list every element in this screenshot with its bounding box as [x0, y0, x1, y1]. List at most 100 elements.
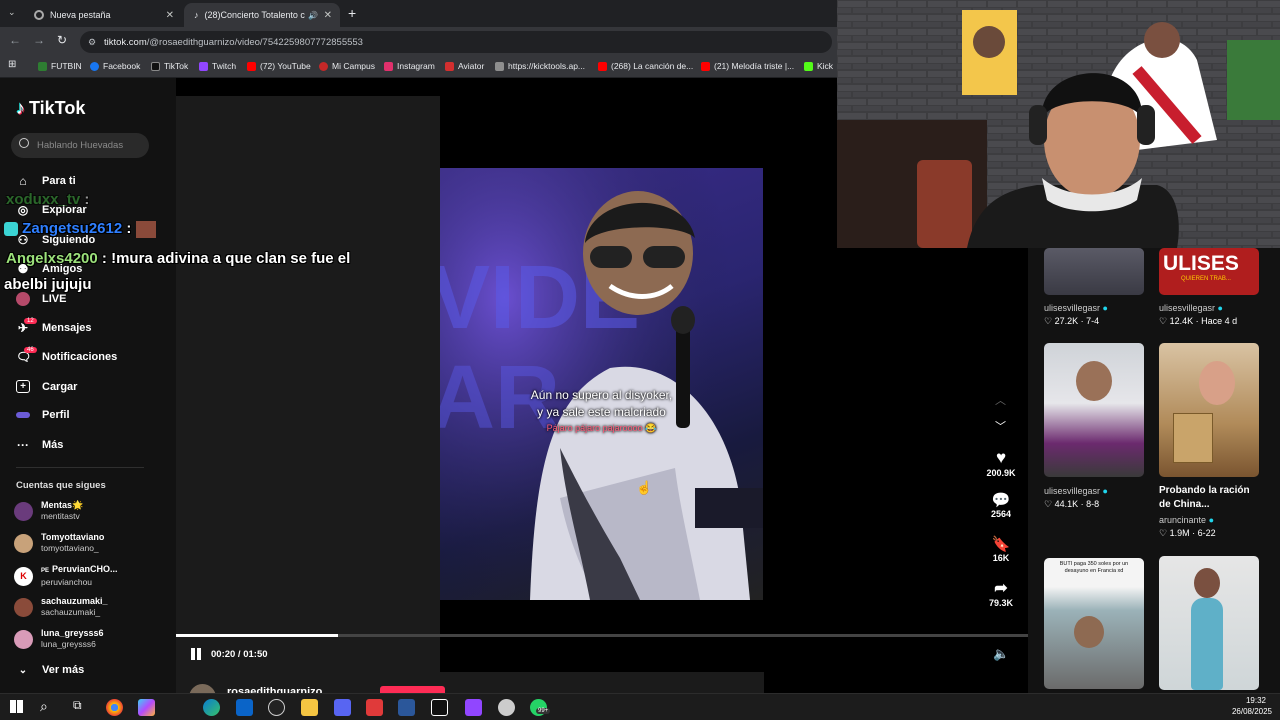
- url-path: /@rosaedithguarnizo/video/75422598077728…: [146, 36, 363, 48]
- following-account[interactable]: Mentas🌟 mentitastv: [14, 500, 83, 522]
- related-thumb[interactable]: [1159, 343, 1259, 477]
- post-date: 7-4: [1086, 316, 1100, 326]
- previous-video-icon[interactable]: ︿: [995, 392, 1006, 408]
- menu-mas[interactable]: ··· Más: [16, 438, 63, 452]
- comment-count: 2564: [990, 509, 1012, 519]
- comment-icon: 💬: [991, 492, 1011, 509]
- related-thumb[interactable]: [1044, 343, 1144, 477]
- related-author[interactable]: ulisesvillegasr ●: [1044, 486, 1108, 496]
- following-account[interactable]: sachauzumaki_ sachauzumaki_: [14, 596, 108, 618]
- bookmark-facebook[interactable]: Facebook: [90, 61, 140, 71]
- new-tab-button[interactable]: +: [348, 5, 356, 21]
- windows-start-icon[interactable]: [10, 700, 23, 713]
- app-icon[interactable]: [498, 699, 515, 716]
- task-view-icon[interactable]: ⧉: [73, 698, 82, 713]
- app-icon[interactable]: [366, 699, 383, 716]
- menu-perfil[interactable]: Perfil: [16, 409, 70, 421]
- bookmark-instagram[interactable]: Instagram: [384, 61, 435, 71]
- chat-username: xoduxx_tv: [6, 191, 81, 208]
- copilot-icon[interactable]: [138, 699, 155, 716]
- speaker-icon[interactable]: 🔊: [308, 11, 318, 20]
- follow-button[interactable]: [380, 686, 445, 693]
- like-button[interactable]: ♥ 200.9K: [981, 448, 1021, 478]
- like-count: 200.9K: [986, 468, 1016, 478]
- search-input[interactable]: Hablando Huevadas: [11, 133, 149, 158]
- video-frame[interactable]: VIDE AR Aún no supero al disyoker, y ya …: [440, 168, 763, 600]
- bookmark-youtube[interactable]: (72) YouTube: [247, 61, 311, 71]
- save-button[interactable]: 🔖 16K: [981, 535, 1021, 563]
- tab-new-tab[interactable]: Nueva pestaña ✕: [24, 3, 182, 27]
- menu-live[interactable]: LIVE: [16, 292, 66, 306]
- following-account[interactable]: Tomyottaviano tomyottaviano_: [14, 532, 104, 554]
- back-icon[interactable]: ←: [9, 33, 21, 47]
- pause-icon[interactable]: [191, 648, 195, 660]
- bookmark-kicktools[interactable]: https://kicktools.ap...: [495, 61, 585, 71]
- related-thumb[interactable]: [1159, 556, 1259, 690]
- site-info-icon[interactable]: ⚙: [88, 37, 96, 48]
- capcut-icon[interactable]: [431, 699, 448, 716]
- bookmark-kick[interactable]: Kick: [804, 61, 833, 71]
- related-author[interactable]: ulisesvillegasr ●: [1044, 303, 1108, 313]
- related-thumb[interactable]: ULISES QUIEREN TRAB...: [1159, 248, 1259, 295]
- share-icon: ➦: [994, 580, 1008, 597]
- campus-icon: [319, 61, 328, 71]
- see-more-button[interactable]: ⌄ Ver más: [16, 664, 84, 676]
- tab-tiktok-video[interactable]: ♪ (28)Concierto Totalento con 🔊 ✕: [184, 3, 340, 27]
- thumb-text: ULISES: [1163, 252, 1239, 275]
- bookmark-tiktok[interactable]: TikTok: [151, 61, 188, 71]
- account-name: luna_greysss6: [41, 628, 104, 638]
- following-account[interactable]: K PE PeruvianCHO... peruvianchou: [14, 564, 118, 588]
- avatar: K: [14, 566, 33, 586]
- file-explorer-icon[interactable]: [301, 699, 318, 716]
- volume-icon[interactable]: 🔈: [993, 646, 1009, 662]
- close-tab-icon[interactable]: ✕: [324, 10, 332, 21]
- bookmark-twitch[interactable]: Twitch: [199, 61, 236, 71]
- edge-icon[interactable]: [203, 699, 220, 716]
- bookmark-cancion[interactable]: (268) La canción de...: [598, 61, 693, 71]
- chat-badge-icon: [4, 222, 18, 237]
- menu-cargar[interactable]: + Cargar: [16, 380, 77, 393]
- menu-para-ti[interactable]: ⌂ Para ti: [16, 174, 75, 188]
- profile-icon: [16, 412, 30, 418]
- tiktok-icon: [151, 61, 160, 71]
- chat-text: :: [84, 191, 90, 208]
- address-bar[interactable]: ⚙ tiktok.com /@rosaedithguarnizo/video/7…: [80, 31, 832, 53]
- next-video-icon[interactable]: ﹀: [995, 418, 1006, 434]
- related-author[interactable]: ulisesvillegasr ●: [1159, 303, 1223, 313]
- video-caption-line1: Aún no supero al disyoker,: [530, 388, 673, 402]
- post-date: 8-8: [1086, 499, 1100, 509]
- see-more-label: Ver más: [42, 664, 85, 676]
- following-account[interactable]: luna_greysss6 luna_greysss6: [14, 628, 104, 650]
- clock-time[interactable]: 19:32: [1246, 696, 1266, 705]
- comment-button[interactable]: 💬 2564: [981, 491, 1021, 519]
- bookmark-futbin[interactable]: FUTBIN: [38, 61, 82, 71]
- twitch-studio-icon[interactable]: [465, 699, 482, 716]
- related-thumb[interactable]: BUTI paga 350 soles por un desayuno en F…: [1044, 558, 1144, 689]
- bookmark-melodia[interactable]: (21) Melodía triste |...: [701, 61, 794, 71]
- bookmark-aviator[interactable]: Aviator: [445, 61, 484, 71]
- reload-icon[interactable]: ↻: [57, 33, 67, 47]
- apps-grid-icon[interactable]: ⊞: [8, 59, 16, 70]
- related-author[interactable]: aruncinante ●: [1159, 515, 1214, 525]
- chrome-icon[interactable]: [106, 699, 123, 716]
- tab-list-chevron-icon[interactable]: ⌄: [8, 7, 16, 18]
- discord-icon[interactable]: [334, 699, 351, 716]
- youtube-icon: [598, 61, 607, 71]
- bookmark-label: (268) La canción de...: [611, 61, 694, 71]
- word-icon[interactable]: [398, 699, 415, 716]
- bookmark-mi-campus[interactable]: Mi Campus: [319, 61, 375, 71]
- search-icon[interactable]: ⌕: [40, 698, 48, 715]
- forward-icon[interactable]: →: [33, 33, 45, 47]
- thumb-text: BUTI paga 350 soles por un desayuno en F…: [1059, 561, 1129, 574]
- outlook-icon[interactable]: [236, 699, 253, 716]
- video-progress-bar[interactable]: [176, 634, 1028, 637]
- heart-icon: ♥: [995, 448, 1007, 467]
- share-button[interactable]: ➦ 79.3K: [981, 578, 1021, 608]
- clock-date[interactable]: 26/08/2025: [1232, 707, 1272, 716]
- related-title[interactable]: Probando la ración de China...: [1159, 484, 1259, 512]
- video-caption-line3: Pájaro pájaro pajaroooo 😂: [546, 423, 657, 433]
- obs-icon[interactable]: [268, 699, 285, 716]
- close-tab-icon[interactable]: ✕: [166, 10, 174, 21]
- related-thumb[interactable]: [1044, 248, 1144, 295]
- tiktok-logo[interactable]: ♪ TikTok: [16, 98, 85, 119]
